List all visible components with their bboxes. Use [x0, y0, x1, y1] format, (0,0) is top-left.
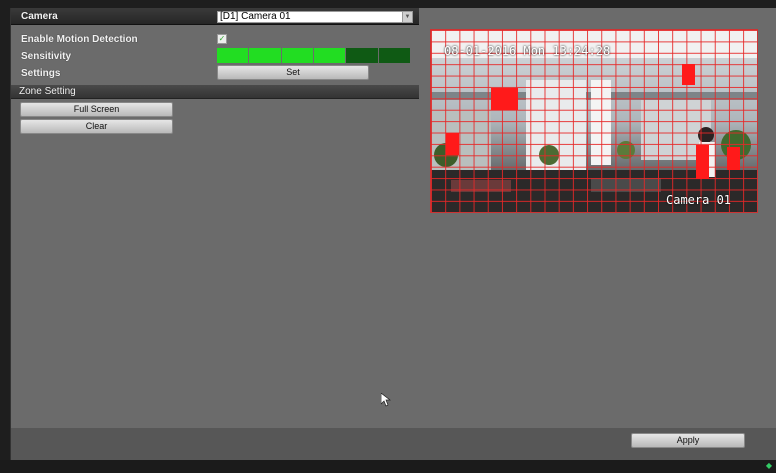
- sensitivity-segment[interactable]: [217, 48, 249, 63]
- network-status-icon: ◆: [765, 461, 772, 470]
- full-screen-button[interactable]: Full Screen: [20, 102, 173, 117]
- motion-zone-cell: [446, 133, 459, 155]
- sensitivity-label: Sensitivity: [21, 51, 72, 62]
- footer-bar: Apply: [11, 428, 776, 460]
- osd-camera-name: Camera 01: [666, 193, 732, 207]
- set-button[interactable]: Set: [217, 65, 369, 80]
- sensitivity-slider[interactable]: [217, 48, 410, 63]
- osd-datetime: 08-01-2016 Mon 13:24:28: [444, 44, 611, 58]
- sensitivity-segment[interactable]: [378, 48, 410, 63]
- camera-row: Camera [D1] Camera 01 ▼: [11, 8, 419, 25]
- dvr-window: Camera [D1] Camera 01 ▼ Enable Motion De…: [0, 0, 776, 473]
- mouse-cursor-icon: [381, 393, 391, 407]
- motion-zone-cell: [682, 64, 695, 85]
- enable-motion-label: Enable Motion Detection: [21, 34, 138, 45]
- motion-zone-cell: [727, 147, 740, 170]
- enable-motion-checkbox[interactable]: ✓: [217, 34, 227, 44]
- sensitivity-segment[interactable]: [249, 48, 281, 63]
- sensitivity-segment[interactable]: [313, 48, 346, 63]
- checkmark-icon: ✓: [218, 34, 226, 43]
- status-bar: ◆: [0, 460, 776, 473]
- zone-setting-title: Zone Setting: [19, 86, 76, 97]
- sensitivity-segment[interactable]: [281, 48, 313, 63]
- camera-preview[interactable]: 08-01-2016 Mon 13:24:28 Camera 01: [430, 29, 758, 213]
- sensitivity-segment[interactable]: [346, 48, 378, 63]
- motion-detection-panel: Camera [D1] Camera 01 ▼ Enable Motion De…: [10, 8, 776, 460]
- apply-button[interactable]: Apply: [631, 433, 745, 448]
- motion-zone-cell: [491, 88, 518, 110]
- settings-label: Settings: [21, 68, 61, 79]
- camera-select-value: [D1] Camera 01: [220, 11, 291, 22]
- motion-zone-cell: [696, 145, 709, 179]
- zone-setting-header: Zone Setting: [11, 85, 419, 99]
- camera-label: Camera: [21, 11, 58, 22]
- camera-select[interactable]: [D1] Camera 01 ▼: [217, 11, 413, 23]
- chevron-down-icon[interactable]: ▼: [402, 12, 412, 22]
- clear-button[interactable]: Clear: [20, 119, 173, 134]
